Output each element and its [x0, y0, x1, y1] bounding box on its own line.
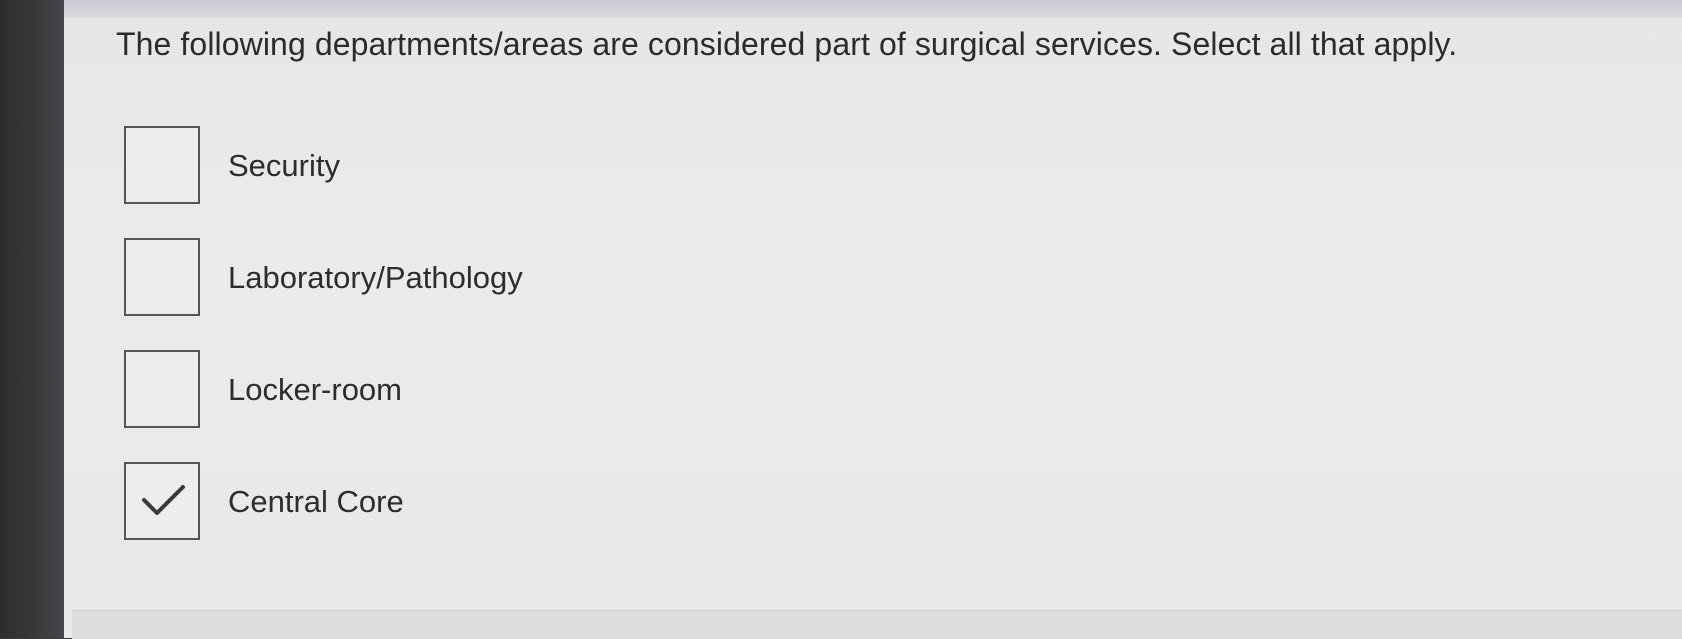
checkmark-icon	[142, 485, 185, 515]
option-label-locker-room: Locker-room	[228, 372, 402, 407]
question-text: The following departments/areas are cons…	[116, 26, 1458, 62]
checkbox-central-core[interactable]	[124, 462, 200, 540]
option-label-security: Security	[228, 148, 340, 183]
bottom-panel-edge	[72, 610, 1682, 639]
option-label-laboratory-pathology: Laboratory/Pathology	[228, 260, 523, 295]
screen-top-edge	[64, 0, 1682, 18]
options-list: Security Laboratory/Pathology Locker-roo…	[124, 126, 824, 574]
checkbox-locker-room[interactable]	[124, 350, 200, 428]
screen: The following departments/areas are cons…	[64, 0, 1682, 639]
option-central-core[interactable]: Central Core	[124, 462, 824, 542]
option-security[interactable]: Security	[124, 126, 824, 206]
option-label-central-core: Central Core	[228, 484, 404, 519]
checkbox-security[interactable]	[124, 126, 200, 204]
option-locker-room[interactable]: Locker-room	[124, 350, 824, 430]
monitor-bezel	[0, 0, 72, 638]
checkbox-laboratory-pathology[interactable]	[124, 238, 200, 316]
option-laboratory-pathology[interactable]: Laboratory/Pathology	[124, 238, 824, 318]
